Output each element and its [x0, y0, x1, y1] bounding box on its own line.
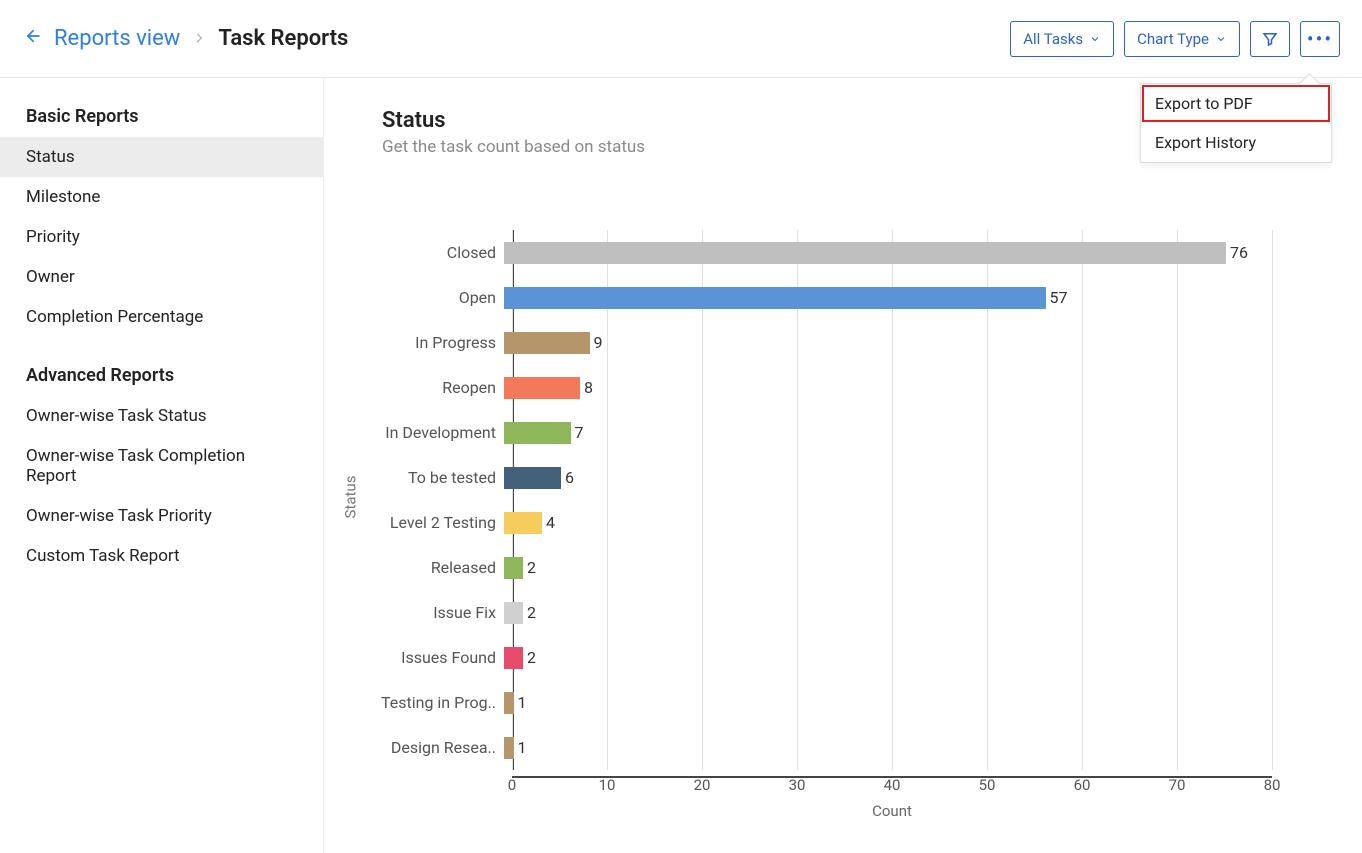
chart-category-label: Level 2 Testing	[330, 513, 504, 532]
chart-row: Level 2 Testing4	[512, 500, 1272, 545]
more-actions-menu: Export to PDF Export History	[1140, 83, 1332, 163]
chevron-down-icon	[1215, 33, 1227, 45]
chart-bar[interactable]	[504, 242, 1226, 264]
chart-value-label: 7	[575, 423, 584, 442]
chart-row: Issues Found2	[512, 635, 1272, 680]
x-tick-label: 80	[1264, 776, 1281, 794]
chart-bar[interactable]	[504, 647, 523, 669]
chart-row: Open57	[512, 275, 1272, 320]
chart-value-label: 76	[1230, 243, 1248, 262]
chart-category-label: In Progress	[330, 333, 504, 352]
chart-row: Issue Fix2	[512, 590, 1272, 635]
chart-value-label: 2	[527, 603, 536, 622]
x-tick-label: 40	[884, 776, 901, 794]
chart-bar[interactable]	[504, 332, 590, 354]
chart-type-dropdown[interactable]: Chart Type	[1124, 21, 1240, 57]
sidebar-item-owner-wise-task-completion-report[interactable]: Owner-wise Task Completion Report	[0, 436, 323, 496]
x-axis-ticks: 01020304050607080	[512, 776, 1272, 798]
chart-bar[interactable]	[504, 512, 542, 534]
menu-item-export-pdf[interactable]: Export to PDF	[1141, 84, 1331, 123]
chart-value-label: 1	[518, 693, 527, 712]
filter-button[interactable]	[1250, 21, 1290, 57]
chart-row: Closed76	[512, 230, 1272, 275]
breadcrumb: Reports view Task Reports	[22, 26, 348, 52]
header-actions: All Tasks Chart Type ••• Export to PDF E…	[1010, 21, 1340, 57]
filter-icon	[1261, 30, 1279, 48]
chart-category-label: To be tested	[330, 468, 504, 487]
chart-bar[interactable]	[504, 692, 514, 714]
page-title: Task Reports	[218, 26, 348, 51]
chart-value-label: 6	[565, 468, 574, 487]
chart-bar[interactable]	[504, 422, 571, 444]
sidebar-item-milestone[interactable]: Milestone	[0, 177, 323, 217]
chart-value-label: 4	[546, 513, 555, 532]
chart-category-label: Released	[330, 558, 504, 577]
chart-value-label: 8	[584, 378, 593, 397]
x-tick-label: 0	[508, 776, 516, 794]
sidebar-item-status[interactable]: Status	[0, 137, 323, 177]
chart-value-label: 57	[1050, 288, 1068, 307]
chart-row: In Development7	[512, 410, 1272, 455]
breadcrumb-link-reports-view[interactable]: Reports view	[54, 26, 180, 51]
chevron-down-icon	[1089, 33, 1101, 45]
x-tick-label: 30	[789, 776, 806, 794]
chart-value-label: 2	[527, 558, 536, 577]
sidebar-item-owner[interactable]: Owner	[0, 257, 323, 297]
x-axis-label: Count	[512, 802, 1272, 820]
chart-row: Reopen8	[512, 365, 1272, 410]
sidebar-section-advanced: Advanced Reports	[0, 365, 323, 396]
chart-bar[interactable]	[504, 467, 561, 489]
header-bar: Reports view Task Reports All Tasks Char…	[0, 0, 1362, 78]
back-arrow-icon[interactable]	[22, 26, 42, 52]
sidebar-section-basic: Basic Reports	[0, 106, 323, 137]
sidebar-item-priority[interactable]: Priority	[0, 217, 323, 257]
chart-category-label: Issue Fix	[330, 603, 504, 622]
chart-value-label: 9	[594, 333, 603, 352]
menu-item-export-history[interactable]: Export History	[1141, 123, 1331, 162]
chart-category-label: Closed	[330, 243, 504, 262]
chart-bar[interactable]	[504, 602, 523, 624]
chart-bar[interactable]	[504, 557, 523, 579]
x-tick-label: 60	[1074, 776, 1091, 794]
chart-value-label: 2	[527, 648, 536, 667]
chart-category-label: Reopen	[330, 378, 504, 397]
chart-bar[interactable]	[504, 287, 1046, 309]
all-tasks-label: All Tasks	[1023, 30, 1083, 48]
x-tick-label: 10	[599, 776, 616, 794]
chart-category-label: In Development	[330, 423, 504, 442]
chart-category-label: Design Resea..	[330, 738, 504, 757]
chart-row: Design Resea..1	[512, 725, 1272, 770]
chart-row: Testing in Prog..1	[512, 680, 1272, 725]
sidebar: Basic Reports StatusMilestonePriorityOwn…	[0, 78, 324, 853]
chart: Status Closed76Open57In Progress9Reopen8…	[330, 230, 1330, 820]
chart-category-label: Testing in Prog..	[330, 693, 504, 712]
chart-row: Released2	[512, 545, 1272, 590]
chart-category-label: Issues Found	[330, 648, 504, 667]
x-tick-label: 50	[979, 776, 996, 794]
chart-value-label: 1	[518, 738, 527, 757]
chevron-right-icon	[192, 26, 206, 51]
sidebar-item-completion-percentage[interactable]: Completion Percentage	[0, 297, 323, 337]
sidebar-item-owner-wise-task-status[interactable]: Owner-wise Task Status	[0, 396, 323, 436]
x-tick-label: 20	[694, 776, 711, 794]
sidebar-item-owner-wise-task-priority[interactable]: Owner-wise Task Priority	[0, 496, 323, 536]
chart-row: To be tested6	[512, 455, 1272, 500]
chart-bar[interactable]	[504, 377, 580, 399]
more-actions-button[interactable]: •••	[1300, 21, 1340, 57]
all-tasks-dropdown[interactable]: All Tasks	[1010, 21, 1114, 57]
chart-plot-area: Closed76Open57In Progress9Reopen8In Deve…	[512, 230, 1272, 770]
chart-category-label: Open	[330, 288, 504, 307]
chart-type-label: Chart Type	[1137, 30, 1209, 48]
chart-row: In Progress9	[512, 320, 1272, 365]
chart-bar[interactable]	[504, 737, 514, 759]
x-tick-label: 70	[1169, 776, 1186, 794]
sidebar-item-custom-task-report[interactable]: Custom Task Report	[0, 536, 323, 576]
